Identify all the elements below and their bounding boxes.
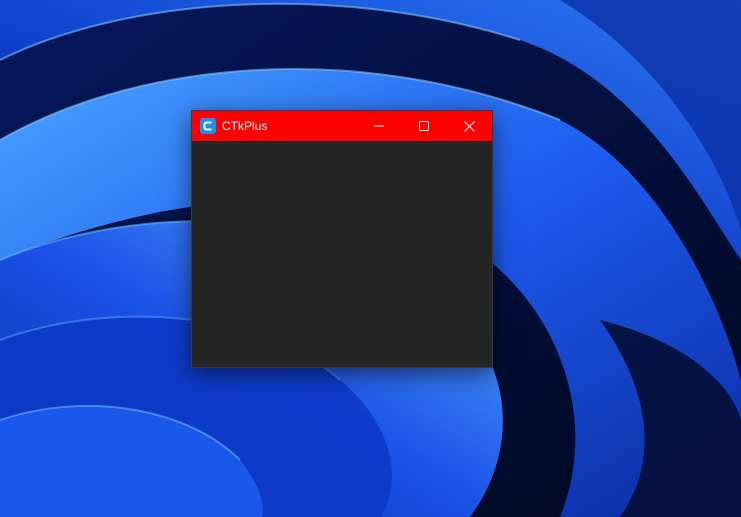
maximize-icon <box>419 121 429 131</box>
window-client-area[interactable] <box>192 141 492 367</box>
close-icon <box>463 120 475 132</box>
ctkplus-app-icon <box>200 118 216 134</box>
window-title: CTkPlus <box>222 119 268 133</box>
window-titlebar[interactable]: CTkPlus <box>192 111 492 141</box>
minimize-icon <box>374 125 384 127</box>
minimize-button[interactable] <box>356 111 402 141</box>
app-window[interactable]: CTkPlus <box>191 110 493 368</box>
maximize-button[interactable] <box>401 111 447 141</box>
close-button[interactable] <box>446 111 492 141</box>
desktop-background: CTkPlus <box>0 0 741 517</box>
